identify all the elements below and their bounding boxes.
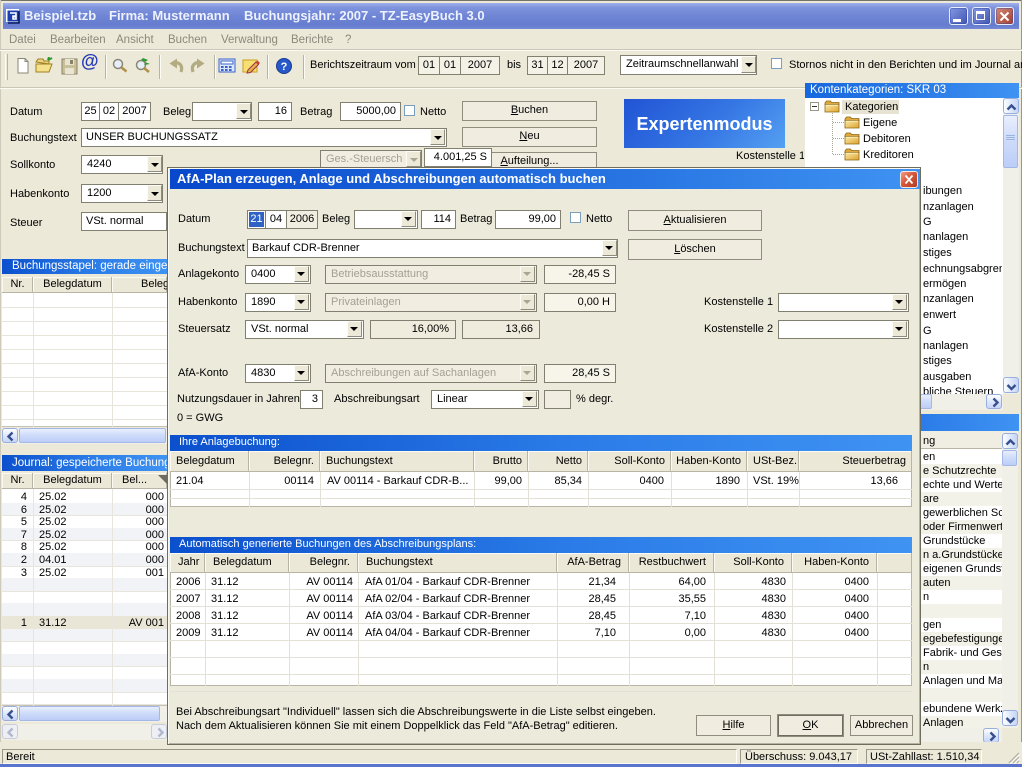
svg-text:?: ? <box>281 61 288 73</box>
